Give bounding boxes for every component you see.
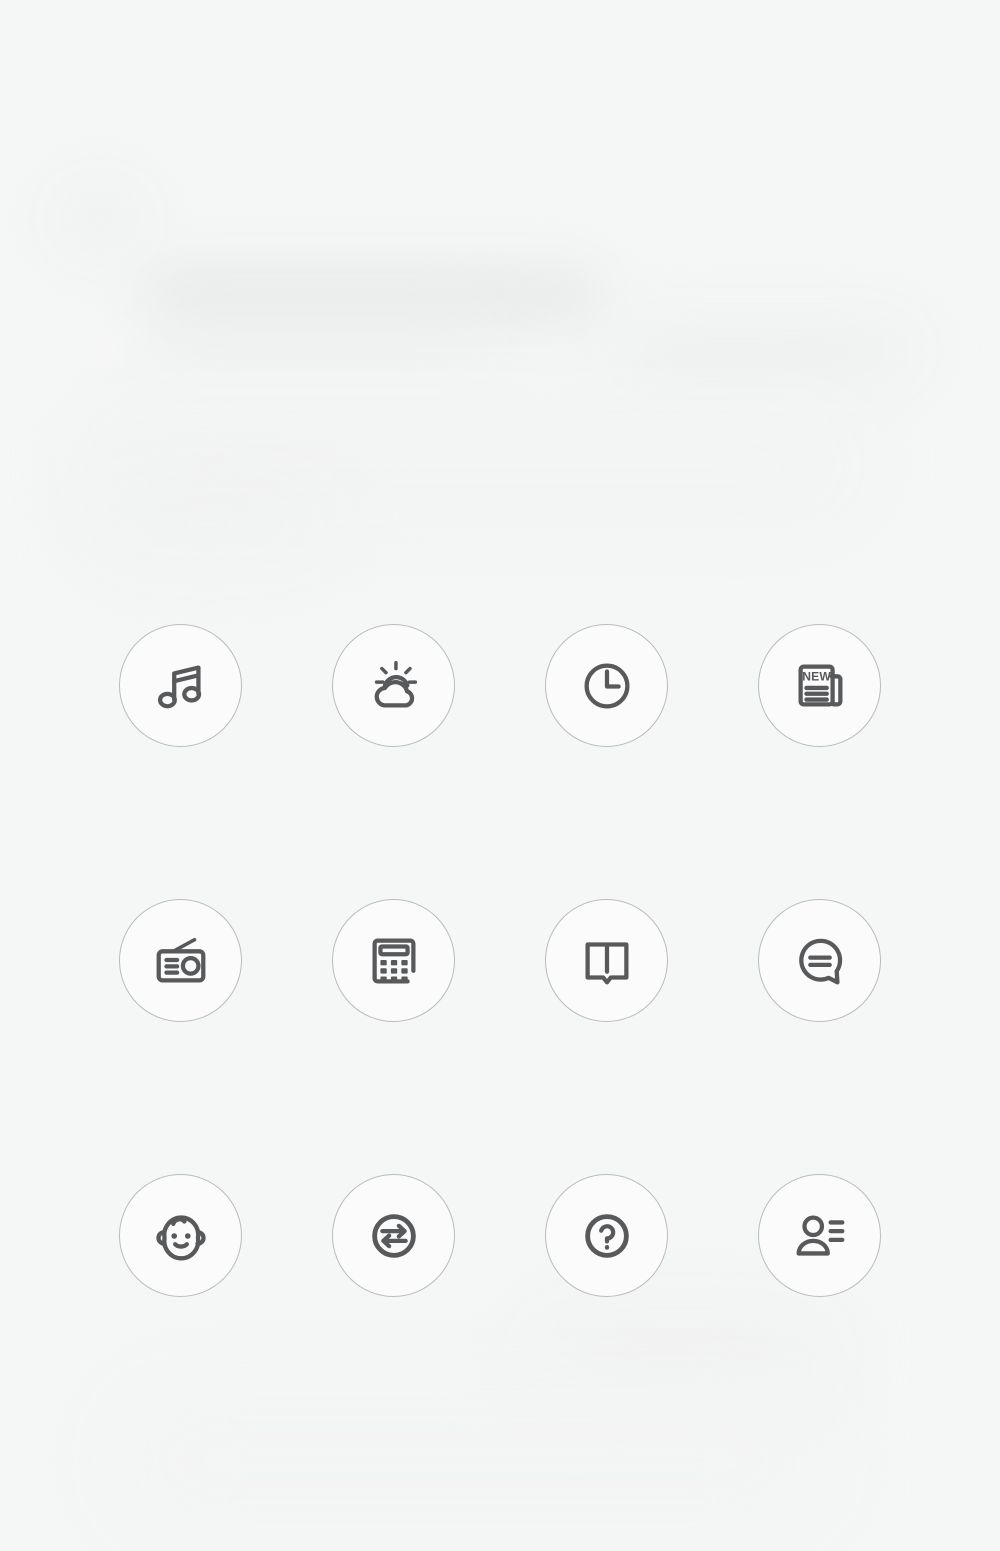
calculator-icon xyxy=(371,938,416,983)
icon-tile-chat[interactable]: Chat xyxy=(758,899,881,1022)
blur-smudge-row-lower xyxy=(95,505,325,545)
icon-tile-weather[interactable]: Weather xyxy=(332,624,455,747)
icon-tile-help[interactable]: Help xyxy=(545,1174,668,1297)
icon-tile-clock[interactable]: Clock xyxy=(545,624,668,747)
music-note-icon xyxy=(157,664,201,708)
icon-tile-transfer[interactable]: Transfer xyxy=(332,1174,455,1297)
contact-person-icon xyxy=(796,1214,844,1256)
icon-tile-radio[interactable]: Radio xyxy=(119,899,242,1022)
icon-tile-news[interactable]: News NEW xyxy=(758,624,881,747)
icon-tile-calculator[interactable]: Calculator xyxy=(332,899,455,1022)
news-badge-text: NEW xyxy=(802,669,831,683)
baby-face-icon xyxy=(155,1214,206,1260)
blur-smudge-band-mid xyxy=(90,430,850,500)
sun-cloud-icon xyxy=(374,660,417,708)
radio-icon xyxy=(156,937,205,983)
blur-smudge-subtitle xyxy=(155,325,485,355)
icon-tile-book[interactable]: Reading xyxy=(545,899,668,1022)
icon-tile-music[interactable]: Music xyxy=(119,624,242,747)
transfer-arrows-icon xyxy=(371,1213,416,1258)
open-book-icon xyxy=(584,941,629,984)
icon-grid: Music Weather Clock xyxy=(119,624,883,1297)
blur-smudge-header-left xyxy=(60,195,140,243)
newspaper-icon: NEW xyxy=(797,663,842,707)
question-circle-icon xyxy=(584,1213,629,1258)
blur-smudge-footer-wash xyxy=(120,1400,820,1520)
icon-tile-contacts[interactable]: Contacts xyxy=(758,1174,881,1297)
icon-tile-baby[interactable]: Kids xyxy=(119,1174,242,1297)
blur-smudge-header-right xyxy=(615,330,915,370)
clock-icon xyxy=(584,663,629,708)
blur-smudge-avatar xyxy=(88,330,128,370)
chat-bubble-icon xyxy=(798,938,842,984)
blur-smudge-title-bar xyxy=(150,270,600,320)
blur-smudge-footer-block xyxy=(530,1330,830,1376)
